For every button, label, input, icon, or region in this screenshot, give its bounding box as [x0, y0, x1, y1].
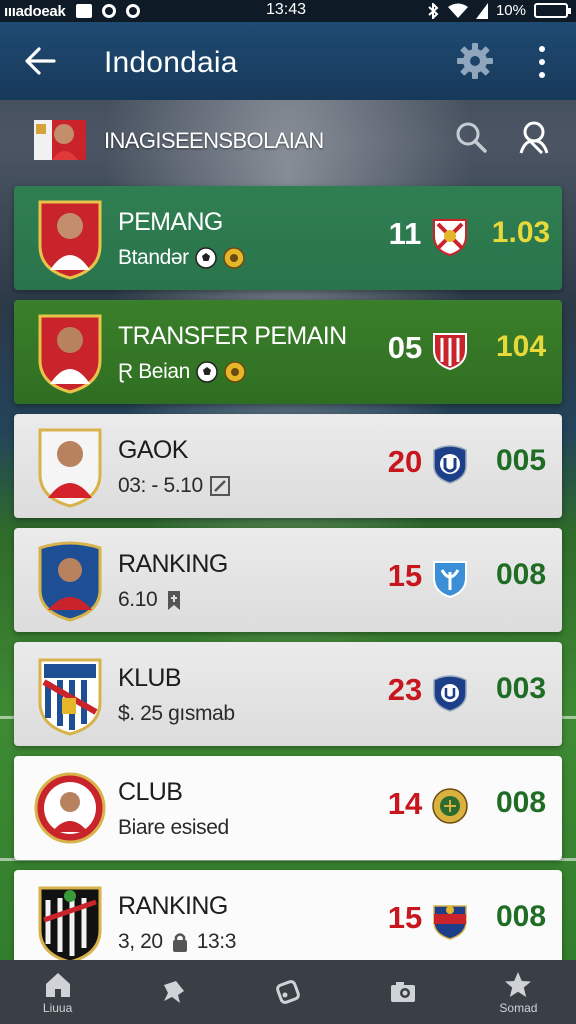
club-crest-icon: [433, 333, 467, 370]
card-title: KLUB: [118, 664, 182, 692]
player-badge: [38, 428, 102, 508]
gear-icon[interactable]: [456, 42, 494, 80]
nav-favorites[interactable]: Somad: [461, 960, 576, 1024]
status-bar: ıııadoeak 13:43 10%: [0, 0, 576, 22]
club-crest-icon: [433, 905, 467, 940]
bluetooth-icon: [428, 2, 439, 19]
player-badge: [38, 314, 102, 394]
soccer-ball-icon: [195, 247, 217, 269]
card-title: GAOK: [118, 436, 188, 464]
card-title: PEMANG: [118, 208, 223, 236]
player-badge: [34, 772, 106, 844]
stat-number: 15: [387, 900, 423, 935]
card-subtitle-time: 13:3: [196, 930, 237, 953]
carrier-label: ıııadoeak: [4, 2, 66, 20]
card-subtitle-text: Btandər: [118, 246, 189, 269]
app-bar: Indondaia: [0, 22, 576, 100]
card-title: RANKING: [118, 892, 228, 920]
list-item[interactable]: PEMANG Btandər 11 1.03: [14, 186, 562, 290]
card-title: RANKING: [118, 550, 228, 578]
card-subtitle: Ɽ Beian: [118, 360, 246, 384]
stat-score: 005: [495, 444, 547, 477]
player-badge: [38, 200, 102, 280]
club-badge: [38, 658, 102, 736]
stat-score: 008: [495, 558, 547, 591]
stat-number: 15: [387, 558, 423, 593]
club-crest-icon: [432, 788, 468, 824]
list-item[interactable]: KLUB $. 25 gısmab 23 003: [14, 642, 562, 746]
list-item[interactable]: GAOK 03: - 5.10 20 005: [14, 414, 562, 518]
list-item[interactable]: CLUB Biare esised 14 008: [14, 756, 562, 860]
back-arrow-icon[interactable]: [24, 46, 56, 76]
card-subtitle: $. 25 gısmab: [118, 702, 235, 726]
list-item[interactable]: RANKING 3, 20 13:3 15 008: [14, 870, 562, 964]
nav-tag[interactable]: [230, 960, 345, 1024]
profile-avatar[interactable]: [34, 114, 86, 166]
camera-icon: [391, 982, 416, 1002]
stat-score: 008: [495, 900, 547, 933]
stat-number: 14: [387, 786, 423, 821]
circle-notification-icon: [101, 4, 116, 18]
card-subtitle: Btandər: [118, 246, 245, 270]
alarm-icon: [125, 4, 140, 18]
trophy-ball-icon: [224, 361, 246, 383]
pin-icon: [163, 981, 184, 1003]
user-icon[interactable]: [518, 120, 550, 154]
club-crest-icon: [433, 219, 467, 256]
stat-number: 11: [388, 216, 422, 251]
club-crest-icon: [433, 675, 467, 712]
card-subtitle-text: $. 25 gısmab: [118, 702, 235, 725]
nav-home[interactable]: Liuua: [0, 960, 115, 1024]
card-subtitle-text: Biare esised: [118, 816, 229, 839]
wifi-icon: [447, 3, 468, 18]
bottom-nav: Liuua Somad: [0, 960, 576, 1024]
battery-percent: 10%: [495, 2, 526, 19]
list-item[interactable]: TRANSFER PEMAIN Ɽ Beian 05 104: [14, 300, 562, 404]
card-subtitle: 3, 20 13:3: [118, 930, 236, 954]
card-title: TRANSFER PEMAIN: [118, 322, 347, 350]
card-subtitle-text: 6.10: [118, 588, 158, 611]
card-subtitle: Biare esised: [118, 816, 229, 840]
soccer-ball-icon: [196, 361, 218, 383]
brand-label: INAGISEENSBOLAIAN: [104, 128, 324, 153]
search-icon[interactable]: [454, 120, 488, 154]
card-subtitle-text: 3, 20: [118, 930, 163, 953]
stat-number: 05: [387, 330, 423, 365]
nav-favorites-label: Somad: [499, 1000, 538, 1015]
club-badge: [38, 886, 102, 964]
sub-header: INAGISEENSBOLAIAN: [0, 100, 576, 180]
nav-home-label: Liuua: [42, 1000, 73, 1015]
status-time: 13:43: [266, 1, 307, 18]
club-crest-icon: [433, 445, 467, 484]
list-item[interactable]: RANKING 6.10 15 008: [14, 528, 562, 632]
player-badge: [38, 541, 102, 622]
page-title: Indondaia: [104, 46, 238, 79]
home-icon: [45, 972, 70, 997]
card-subtitle-text: 03: - 5.10: [118, 474, 203, 497]
tag-icon: [276, 980, 300, 1004]
stat-score: 1.03: [491, 216, 551, 249]
card-subtitle-text: Ɽ Beian: [118, 360, 190, 383]
stat-number: 23: [387, 672, 423, 707]
star-icon: [505, 971, 532, 997]
stat-score: 008: [495, 786, 547, 819]
bookmark-icon: [168, 591, 181, 610]
edit-icon: [209, 476, 230, 496]
nav-pin[interactable]: [115, 960, 230, 1024]
card-subtitle: 6.10: [118, 588, 185, 612]
lock-icon: [172, 933, 187, 952]
trophy-ball-icon: [223, 247, 245, 269]
card-title: CLUB: [118, 778, 183, 806]
club-crest-icon: [433, 561, 467, 598]
signal-icon: [475, 2, 488, 19]
stat-number: 20: [387, 444, 423, 479]
stat-score: 104: [495, 330, 547, 363]
nav-camera[interactable]: [346, 960, 461, 1024]
stat-score: 003: [495, 672, 547, 705]
notification-icon: [75, 4, 92, 18]
battery-icon: [534, 3, 571, 18]
more-options-icon[interactable]: [532, 46, 552, 78]
card-subtitle: 03: - 5.10: [118, 474, 231, 498]
